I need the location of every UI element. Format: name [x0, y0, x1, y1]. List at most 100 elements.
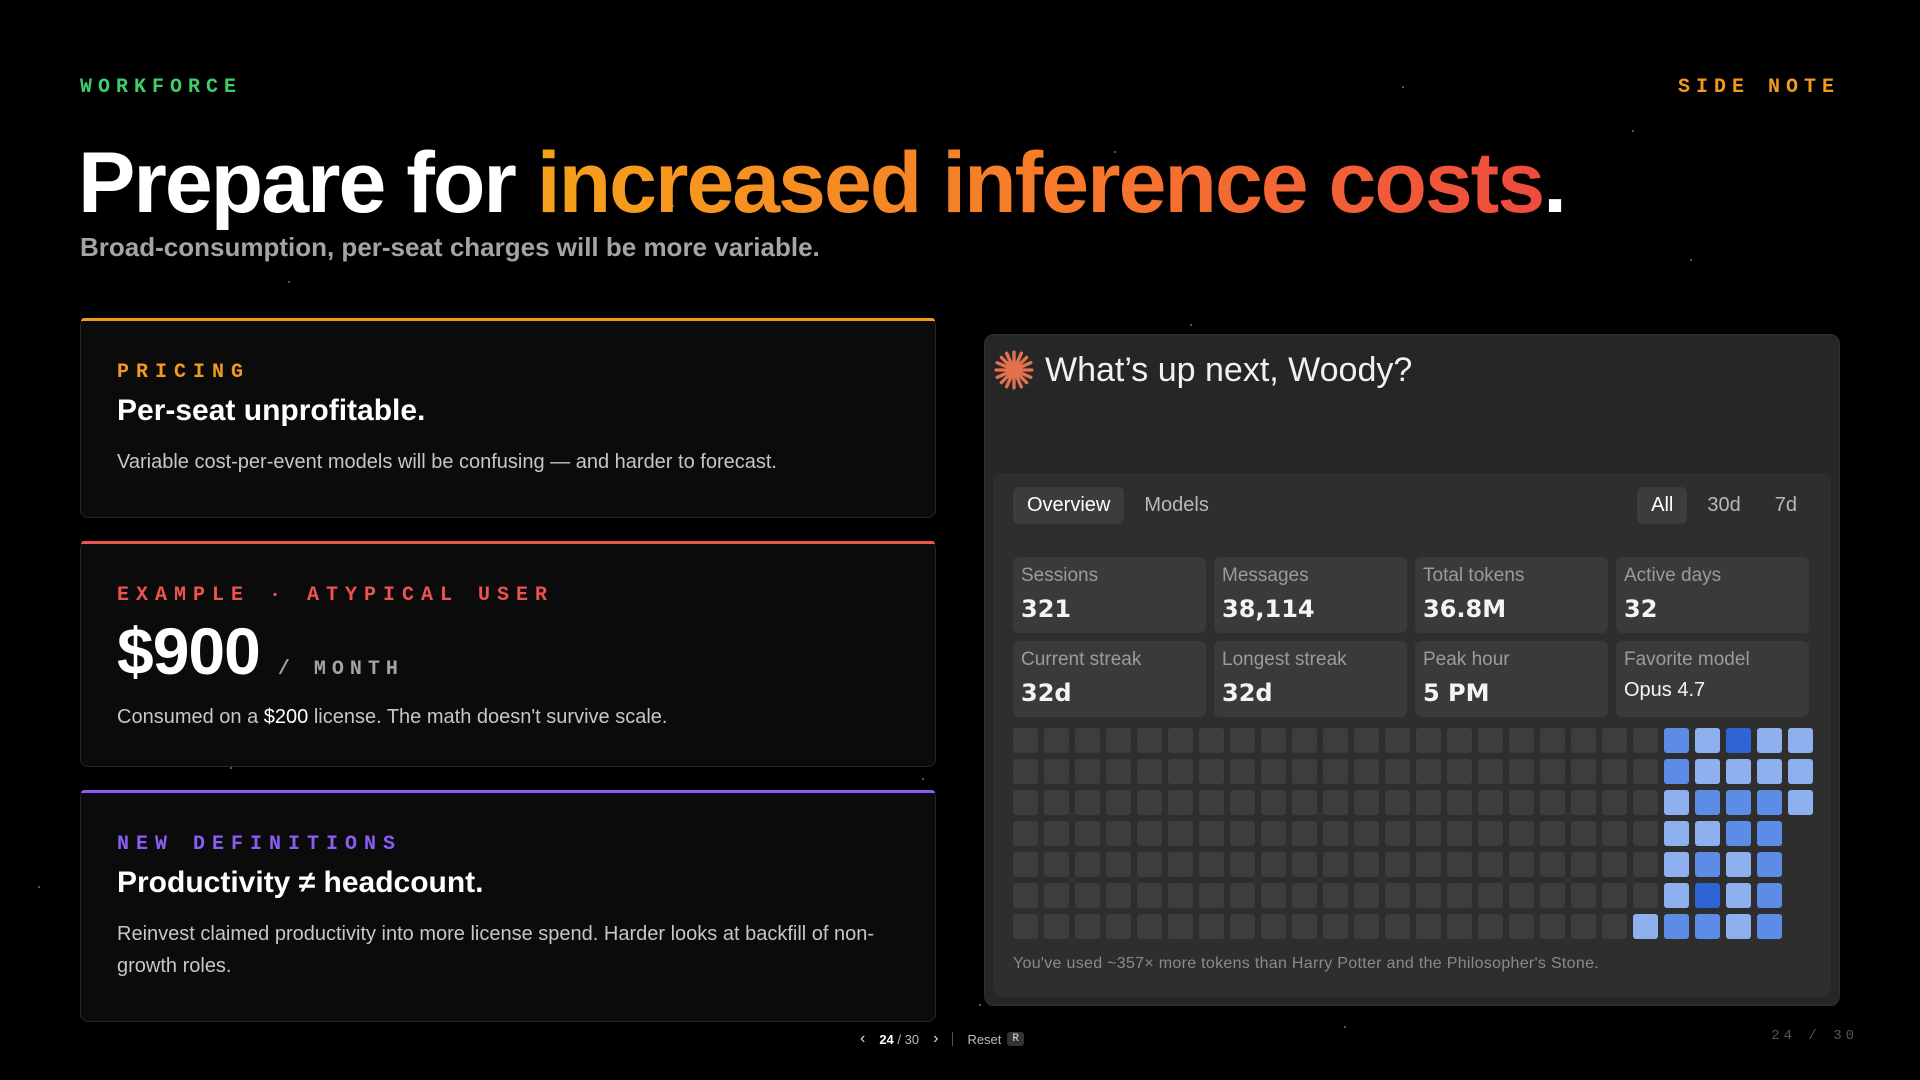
heatmap-cell — [1695, 790, 1720, 815]
heatmap-cell — [1261, 790, 1286, 815]
heatmap-cell — [1230, 728, 1255, 753]
heatmap-cell — [1633, 790, 1658, 815]
stat-sessions: Sessions 321 — [1013, 557, 1206, 633]
tab-models[interactable]: Models — [1130, 487, 1222, 524]
heatmap-cell — [1323, 790, 1348, 815]
heatmap-cell — [1168, 852, 1193, 877]
heatmap-cell — [1633, 852, 1658, 877]
time-range-selector: All 30d 7d — [1637, 487, 1811, 524]
reset-button[interactable]: Reset — [967, 1032, 1001, 1047]
stat-value: 32d — [1021, 679, 1072, 707]
heatmap-cell — [1106, 759, 1131, 784]
heatmap-cell — [1664, 790, 1689, 815]
heatmap-cell — [1199, 852, 1224, 877]
view-tabs: Overview Models — [1013, 487, 1223, 524]
heatmap-cell — [1354, 759, 1379, 784]
heatmap-cell — [1385, 728, 1410, 753]
heatmap-cell — [1416, 728, 1441, 753]
heatmap-cell — [1695, 759, 1720, 784]
heatmap-cell — [1106, 728, 1131, 753]
heatmap-cell — [1633, 883, 1658, 908]
heatmap-cell — [1013, 728, 1038, 753]
heatmap-cell — [1292, 821, 1317, 846]
heatmap-cell — [1106, 883, 1131, 908]
heatmap-cell — [1354, 883, 1379, 908]
heatmap-cell — [1447, 852, 1472, 877]
heatmap-cell — [1726, 821, 1751, 846]
tab-overview[interactable]: Overview — [1013, 487, 1125, 524]
range-7d[interactable]: 7d — [1761, 487, 1811, 524]
heatmap-cell — [1199, 914, 1224, 939]
nav-divider — [952, 1032, 954, 1046]
heatmap-cell — [1075, 790, 1100, 815]
heatmap-cell — [1168, 914, 1193, 939]
heatmap-cell — [1261, 852, 1286, 877]
heatmap-cell — [1385, 883, 1410, 908]
usage-footnote: You've used ~357× more tokens than Harry… — [1013, 955, 1600, 972]
slide-counter: 24 / 30 — [879, 1032, 919, 1047]
page-title: Prepare for increased inference costs. — [78, 132, 1567, 235]
heatmap-cell — [1757, 883, 1782, 908]
stat-value: 38,114 — [1222, 595, 1315, 623]
desc-prefix: Consumed on a — [117, 706, 264, 728]
chevron-right-icon[interactable]: › — [933, 1030, 938, 1048]
heatmap-cell — [1323, 914, 1348, 939]
heatmap-cell — [1757, 728, 1782, 753]
heatmap-cell — [1013, 759, 1038, 784]
heatmap-cell — [1447, 821, 1472, 846]
heatmap-cell — [1478, 852, 1503, 877]
heatmap-cell — [1757, 821, 1782, 846]
heatmap-cell — [1602, 790, 1627, 815]
heatmap-cell — [1354, 821, 1379, 846]
heatmap-cell — [1199, 790, 1224, 815]
heatmap-cell — [1044, 852, 1069, 877]
license-price: $200 — [263, 706, 309, 728]
heatmap-cell — [1478, 759, 1503, 784]
title-accent: increased inference costs — [536, 135, 1545, 231]
heatmap-cell — [1168, 883, 1193, 908]
heatmap-cell — [1540, 821, 1565, 846]
heatmap-cell — [1509, 821, 1534, 846]
heatmap-cell — [1385, 852, 1410, 877]
stats-panel: Overview Models All 30d 7d Sessions 321 M… — [993, 473, 1831, 997]
range-all[interactable]: All — [1637, 487, 1688, 524]
title-suffix: . — [1543, 135, 1567, 231]
heatmap-cell — [1664, 759, 1689, 784]
heatmap-cell — [1168, 790, 1193, 815]
heatmap-cell — [1075, 914, 1100, 939]
usage-app-window: What’s up next, Woody? Overview Models A… — [984, 334, 1840, 1006]
chevron-left-icon[interactable]: ‹ — [860, 1030, 865, 1048]
heatmap-cell — [1385, 790, 1410, 815]
heatmap-cell — [1292, 914, 1317, 939]
heatmap-cell — [1044, 728, 1069, 753]
heatmap-cell — [1540, 914, 1565, 939]
range-30d[interactable]: 30d — [1693, 487, 1754, 524]
heatmap-cell — [1571, 914, 1596, 939]
stat-active-days: Active days 32 — [1616, 557, 1809, 633]
stat-label: Current streak — [1021, 649, 1142, 670]
heatmap-cell — [1075, 852, 1100, 877]
stat-longest-streak: Longest streak 32d — [1214, 641, 1407, 717]
heatmap-cell — [1695, 852, 1720, 877]
slide-navigation: ‹ 24 / 30 › Reset R — [860, 1030, 1025, 1048]
heatmap-cell — [1354, 914, 1379, 939]
stat-current-streak: Current streak 32d — [1013, 641, 1206, 717]
heatmap-cell — [1323, 728, 1348, 753]
heatmap-cell — [1323, 852, 1348, 877]
pricing-card-accent-bar — [81, 318, 935, 321]
heatmap-cell — [1106, 821, 1131, 846]
stat-value: 36.8M — [1423, 595, 1507, 623]
heatmap-cell — [1044, 759, 1069, 784]
heatmap-cell — [1757, 790, 1782, 815]
heatmap-cell — [1695, 728, 1720, 753]
heatmap-cell — [1726, 759, 1751, 784]
heatmap-cell — [1106, 852, 1131, 877]
example-card-accent-bar — [81, 541, 935, 544]
heatmap-cell — [1757, 759, 1782, 784]
definitions-card-title: Productivity ≠ headcount. — [117, 866, 484, 899]
heatmap-cell — [1137, 914, 1162, 939]
heatmap-cell — [1571, 883, 1596, 908]
heatmap-cell — [1602, 883, 1627, 908]
heatmap-cell — [1602, 759, 1627, 784]
heatmap-cell — [1354, 728, 1379, 753]
